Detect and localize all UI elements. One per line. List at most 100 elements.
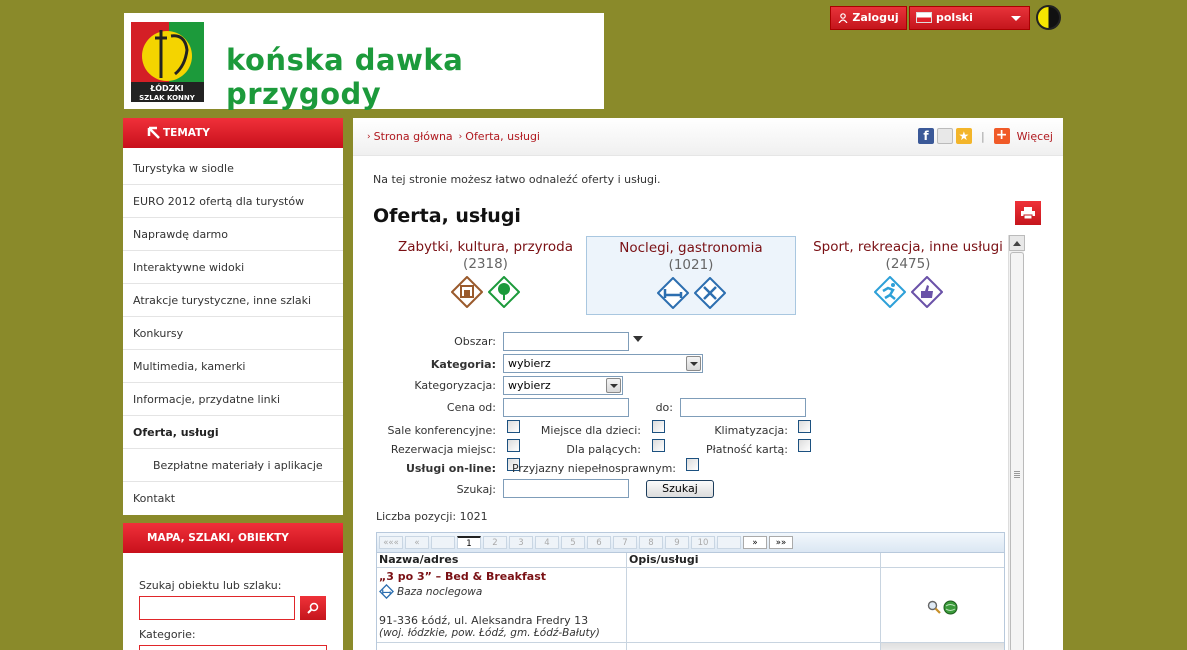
pager-prev[interactable]: « (405, 536, 429, 549)
thumbs-up-icon[interactable] (910, 276, 943, 308)
tree-icon[interactable] (488, 276, 520, 308)
pager-last[interactable]: »» (769, 536, 793, 549)
pager-first[interactable]: ««« (379, 536, 403, 549)
kategoria-select[interactable]: wybierz (503, 354, 703, 373)
login-button[interactable]: Zaloguj (830, 5, 907, 30)
museum-icon[interactable] (451, 276, 483, 308)
pager-spacer (431, 536, 455, 549)
object-name-link[interactable]: „3 po 3” – Bed & Breakfast (379, 570, 624, 583)
caret-down-icon[interactable] (633, 336, 643, 342)
cena-do-input[interactable] (680, 398, 806, 417)
category-name: Sport, rekreacja, inne usługi (813, 239, 1003, 255)
sidebar-item-kontakt[interactable]: Kontakt (123, 482, 343, 515)
column-header-description: Opis/usługi (627, 553, 881, 567)
table-row: „3 po 3” – Bed & Breakfast Baza noclegow… (377, 568, 1004, 643)
przyjazny-niepelnosprawnym-checkbox[interactable] (686, 458, 699, 471)
breadcrumb-home[interactable]: Strona główna (374, 130, 453, 143)
pager-page-3[interactable]: 3 (509, 536, 533, 549)
platnosc-karta-checkbox[interactable] (798, 439, 811, 452)
search-icon (307, 602, 319, 614)
map-search-input[interactable] (139, 596, 295, 620)
klimatyzacja-checkbox[interactable] (798, 420, 811, 433)
facebook-icon[interactable]: f (917, 128, 934, 144)
contrast-toggle-icon[interactable] (1036, 5, 1061, 30)
cena-od-label: Cena od: (446, 401, 496, 414)
sidebar-item-konkursy[interactable]: Konkursy (123, 317, 343, 350)
category-count: (2318) (463, 256, 508, 272)
sidebar-item-informacje[interactable]: Informacje, przydatne linki (123, 383, 343, 416)
runner-icon[interactable] (873, 276, 906, 308)
chevron-down-icon (686, 356, 701, 371)
chevron-down-icon (606, 378, 621, 393)
category-noclegi[interactable]: Noclegi, gastronomia (1021) (586, 236, 796, 315)
cena-od-input[interactable] (503, 398, 629, 417)
pager-page-4[interactable]: 4 (535, 536, 559, 549)
language-select[interactable]: polski (909, 5, 1030, 30)
pager-page-10[interactable]: 10 (691, 536, 715, 549)
sidebar-item-widoki[interactable]: Interaktywne widoki (123, 251, 343, 284)
poland-flag-icon (916, 12, 932, 23)
category-sport[interactable]: Sport, rekreacja, inne usługi (2475) (803, 236, 1013, 314)
pager-page-2[interactable]: 2 (483, 536, 507, 549)
favorite-star-icon[interactable]: ★ (955, 128, 972, 144)
sidebar-item-materialy[interactable]: Bezpłatne materiały i aplikacje (123, 449, 343, 482)
scroll-thumb[interactable] (1010, 252, 1024, 650)
site-logo[interactable]: ŁÓDZKI SZLAK KONNY końska dawka przygody (124, 13, 604, 111)
site-slogan: końska dawka przygody (226, 43, 464, 111)
sale-konferencyjne-checkbox[interactable] (507, 420, 520, 433)
object-region: (woj. łódzkie, pow. Łódź, gm. Łódź-Bałut… (379, 627, 600, 639)
category-count: (2475) (885, 256, 931, 272)
dla-palacych-checkbox[interactable] (652, 439, 665, 452)
map-search-label: Szukaj obiektu lub szlaku: (139, 579, 282, 592)
sidebar-item-darmo[interactable]: Naprawdę darmo (123, 218, 343, 251)
main-content: › Strona główna › Oferta, usługi f ★ | +… (353, 118, 1063, 650)
pager-next[interactable]: » (743, 536, 767, 549)
cutlery-icon[interactable] (693, 277, 726, 309)
scrollbar[interactable] (1008, 235, 1025, 650)
pager-page-8[interactable]: 8 (639, 536, 663, 549)
print-button[interactable] (1015, 201, 1041, 225)
breadcrumb-current[interactable]: Oferta, usługi (465, 130, 540, 143)
pager-page-7[interactable]: 7 (613, 536, 637, 549)
sidebar-item-oferta[interactable]: Oferta, usługi (123, 416, 343, 449)
pager-page-5[interactable]: 5 (561, 536, 585, 549)
plus-icon[interactable]: + (993, 128, 1010, 144)
rezerwacja-miejsc-checkbox[interactable] (507, 439, 520, 452)
globe-map-icon[interactable] (943, 600, 958, 615)
szukaj-input[interactable] (503, 479, 629, 498)
printer-icon (1021, 207, 1035, 219)
sidebar-item-euro2012[interactable]: EURO 2012 ofertą dla turystów (123, 185, 343, 218)
email-icon[interactable] (936, 128, 953, 144)
map-search-button[interactable] (300, 596, 326, 620)
share-more-link[interactable]: Więcej (1017, 130, 1053, 143)
kategoryzacja-select[interactable]: wybierz (503, 376, 623, 395)
kategoria-value: wybierz (508, 357, 551, 370)
object-address: 91-336 Łódź, ul. Aleksandra Fredry 13 (379, 614, 589, 627)
category-zabytki[interactable]: Zabytki, kultura, przyroda (2318) (383, 236, 588, 314)
object-description (627, 568, 881, 642)
map-header: MAPA, SZLAKI, OBIEKTY (123, 523, 343, 553)
svg-text:ŁÓDZKI: ŁÓDZKI (149, 82, 183, 93)
sidebar-item-multimedia[interactable]: Multimedia, kamerki (123, 350, 343, 383)
pager-page-6[interactable]: 6 (587, 536, 611, 549)
search-button[interactable]: Szukaj (646, 480, 714, 498)
user-icon (838, 12, 848, 23)
bed-icon[interactable] (656, 277, 689, 309)
scroll-up-icon[interactable] (1009, 235, 1025, 251)
sidebar: TEMATY Turystyka w siodle EURO 2012 ofer… (123, 118, 343, 650)
sidebar-item-atrakcje[interactable]: Atrakcje turystyczne, inne szlaki (123, 284, 343, 317)
kategoryzacja-label: Kategoryzacja: (414, 379, 496, 392)
dla-palacych-label: Dla palących: (566, 443, 641, 456)
share-bar: f ★ | + Więcej (917, 128, 1053, 144)
map-category-select[interactable] (139, 645, 327, 650)
pager-spacer (717, 536, 741, 549)
pager-page-9[interactable]: 9 (665, 536, 689, 549)
sidebar-item-turystyka[interactable]: Turystyka w siodle (123, 152, 343, 185)
kategoryzacja-value: wybierz (508, 379, 551, 392)
pager-page-1[interactable]: 1 (457, 536, 481, 549)
miejsce-dla-dzieci-checkbox[interactable] (652, 420, 665, 433)
magnifier-icon[interactable] (927, 600, 941, 614)
top-bar: Zaloguj polski (830, 5, 1061, 30)
klimatyzacja-label: Klimatyzacja: (714, 424, 788, 437)
obszar-input[interactable] (503, 332, 629, 351)
